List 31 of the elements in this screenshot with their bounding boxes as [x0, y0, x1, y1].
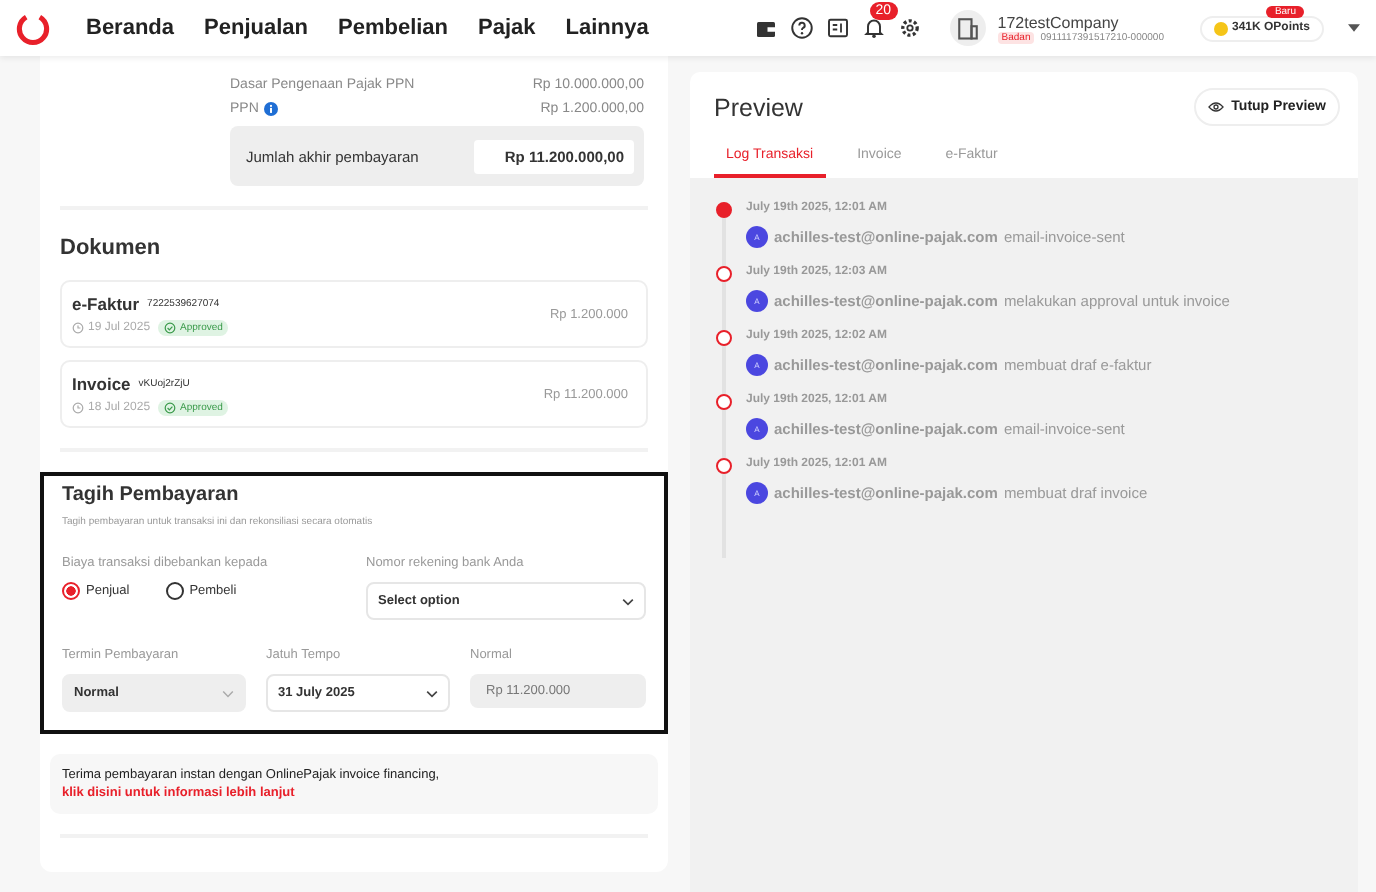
- check-icon: [164, 401, 177, 413]
- building-icon[interactable]: [949, 10, 986, 46]
- company-name: 172testCompany: [997, 13, 1121, 31]
- logo-icon[interactable]: [16, 11, 50, 45]
- eye-icon: [1207, 102, 1224, 112]
- wallet-icon[interactable]: [753, 16, 778, 40]
- settings-icon[interactable]: [897, 16, 922, 40]
- check-icon: [164, 321, 177, 333]
- preview-title: Preview: [714, 93, 803, 121]
- info-icon[interactable]: [264, 101, 279, 115]
- nav-link[interactable]: Beranda: [86, 16, 175, 40]
- radio-icon[interactable]: [62, 582, 80, 600]
- coin-icon: [1213, 21, 1228, 35]
- radio-icon[interactable]: [165, 582, 184, 600]
- nav-link[interactable]: Pembelian: [338, 16, 449, 40]
- chevron-down-icon: [222, 689, 234, 697]
- caret-icon[interactable]: [1348, 24, 1360, 32]
- section-title: Dokumen: [60, 236, 163, 260]
- clock-icon: [72, 401, 84, 413]
- clock-icon: [72, 321, 84, 333]
- help-icon[interactable]: [789, 16, 814, 40]
- document-icon[interactable]: [825, 16, 850, 40]
- document-type: e-Faktur: [72, 293, 140, 313]
- section-title: Tagih Pembayaran: [62, 484, 241, 506]
- chevron-down-icon: [622, 597, 634, 605]
- chevron-down-icon: [426, 689, 438, 697]
- bell-icon[interactable]: [861, 16, 886, 40]
- nav-link[interactable]: Lainnya: [565, 16, 649, 40]
- nav-link[interactable]: Penjualan: [204, 16, 308, 40]
- document-type: Invoice: [72, 373, 131, 393]
- nav-link[interactable]: Pajak: [478, 16, 536, 40]
